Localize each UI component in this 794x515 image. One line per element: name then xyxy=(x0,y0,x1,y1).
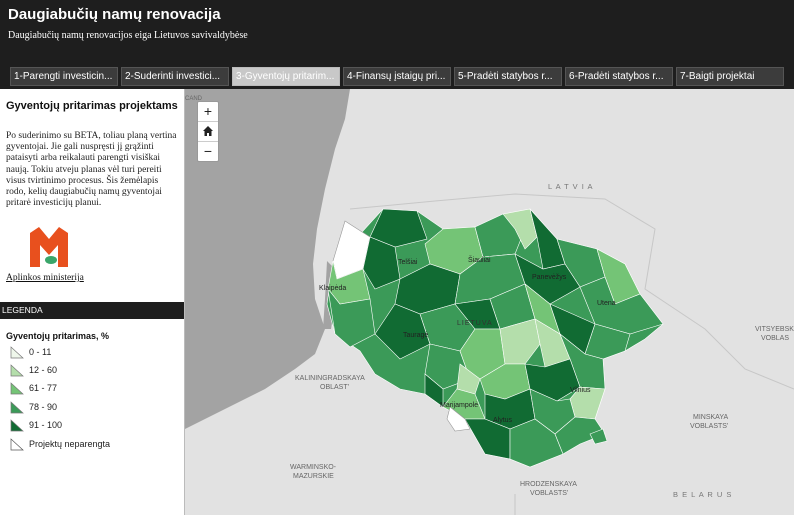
city-utena: Utena xyxy=(597,300,616,307)
legend-label: 91 - 100 xyxy=(29,420,63,430)
city-taurage: Tauragė xyxy=(403,332,428,339)
legend-label: 0 - 11 xyxy=(29,347,52,357)
legend-item: 12 - 60 xyxy=(10,363,57,377)
zoom-control: + − xyxy=(197,101,219,162)
tab-4[interactable]: 4-Finansų įstaigų pri... xyxy=(343,67,451,86)
ministry-link[interactable]: Aplinkos ministerija xyxy=(6,273,84,283)
page-subtitle: Daugiabučių namų renovacijos eiga Lietuv… xyxy=(8,30,248,41)
app-header: Daugiabučių namų renovacija Daugiabučių … xyxy=(0,0,794,89)
legend-swatch xyxy=(10,364,24,377)
city-alytus: Alytus xyxy=(493,417,513,424)
tab-bar: 1-Parengti investicin... 2-Suderinti inv… xyxy=(10,67,784,86)
map-canvas[interactable]: L A T V I A KALININGRADSKAYA OBLAST' WARM… xyxy=(185,89,794,515)
legend-swatch xyxy=(10,382,24,395)
panel-title: Gyventojų pritarimas projektams xyxy=(6,100,178,112)
panel-description: Po suderinimo su BETA, toliau planą vert… xyxy=(6,131,177,209)
legend-swatch xyxy=(10,401,24,414)
legend-label: 12 - 60 xyxy=(29,365,58,375)
legend-item: Projektų neparengta xyxy=(10,437,110,451)
legend-label: 61 - 77 xyxy=(29,383,58,393)
label-latvia: L A T V I A xyxy=(548,182,593,191)
tab-5[interactable]: 5-Pradėti statybos r... xyxy=(454,67,562,86)
city-siauliai: Šiauliai xyxy=(468,255,491,264)
home-icon xyxy=(203,126,213,136)
zoom-out-button[interactable]: − xyxy=(198,142,218,161)
ministry-logo[interactable] xyxy=(30,227,68,269)
sidebar: Gyventojų pritarimas projektams Po suder… xyxy=(0,89,185,515)
map-view[interactable]: L A T V I A KALININGRADSKAYA OBLAST' WARM… xyxy=(185,89,794,515)
legend-item: 61 - 77 xyxy=(10,381,57,395)
legend-item: 91 - 100 xyxy=(10,418,62,432)
tab-3[interactable]: 3-Gyventojų pritarim... xyxy=(232,67,340,86)
legend-label: Projektų neparengta xyxy=(29,439,111,449)
legend-item: 78 - 90 xyxy=(10,400,57,414)
page-title: Daugiabučių namų renovacija xyxy=(8,6,221,23)
city-vilnius: Vilnius xyxy=(570,387,591,394)
legend-header: LEGENDA xyxy=(0,302,184,319)
label-lietuva: LIETUVA xyxy=(457,320,493,327)
tab-2[interactable]: 2-Suderinti investici... xyxy=(121,67,229,86)
legend-title: Gyventojų pritarimas, % xyxy=(6,331,110,341)
tab-6[interactable]: 6-Pradėti statybos r... xyxy=(565,67,673,86)
tab-1[interactable]: 1-Parengti investicin... xyxy=(10,67,118,86)
city-telsiai: Telšiai xyxy=(398,259,418,266)
zoom-in-button[interactable]: + xyxy=(198,102,218,122)
legend-swatch xyxy=(10,438,24,451)
home-button[interactable] xyxy=(198,122,218,142)
legend-item: 0 - 11 xyxy=(10,345,51,359)
label-belarus: B E L A R U S xyxy=(673,490,732,499)
city-marijampole: Marijampolė xyxy=(440,402,478,409)
city-panevezys: Panevėžys xyxy=(532,274,567,281)
legend-swatch xyxy=(10,346,24,359)
tab-7[interactable]: 7-Baigti projektai xyxy=(676,67,784,86)
legend-label: 78 - 90 xyxy=(29,402,58,412)
city-klaipeda: Klaipėda xyxy=(319,285,346,292)
legend-swatch xyxy=(10,419,24,432)
